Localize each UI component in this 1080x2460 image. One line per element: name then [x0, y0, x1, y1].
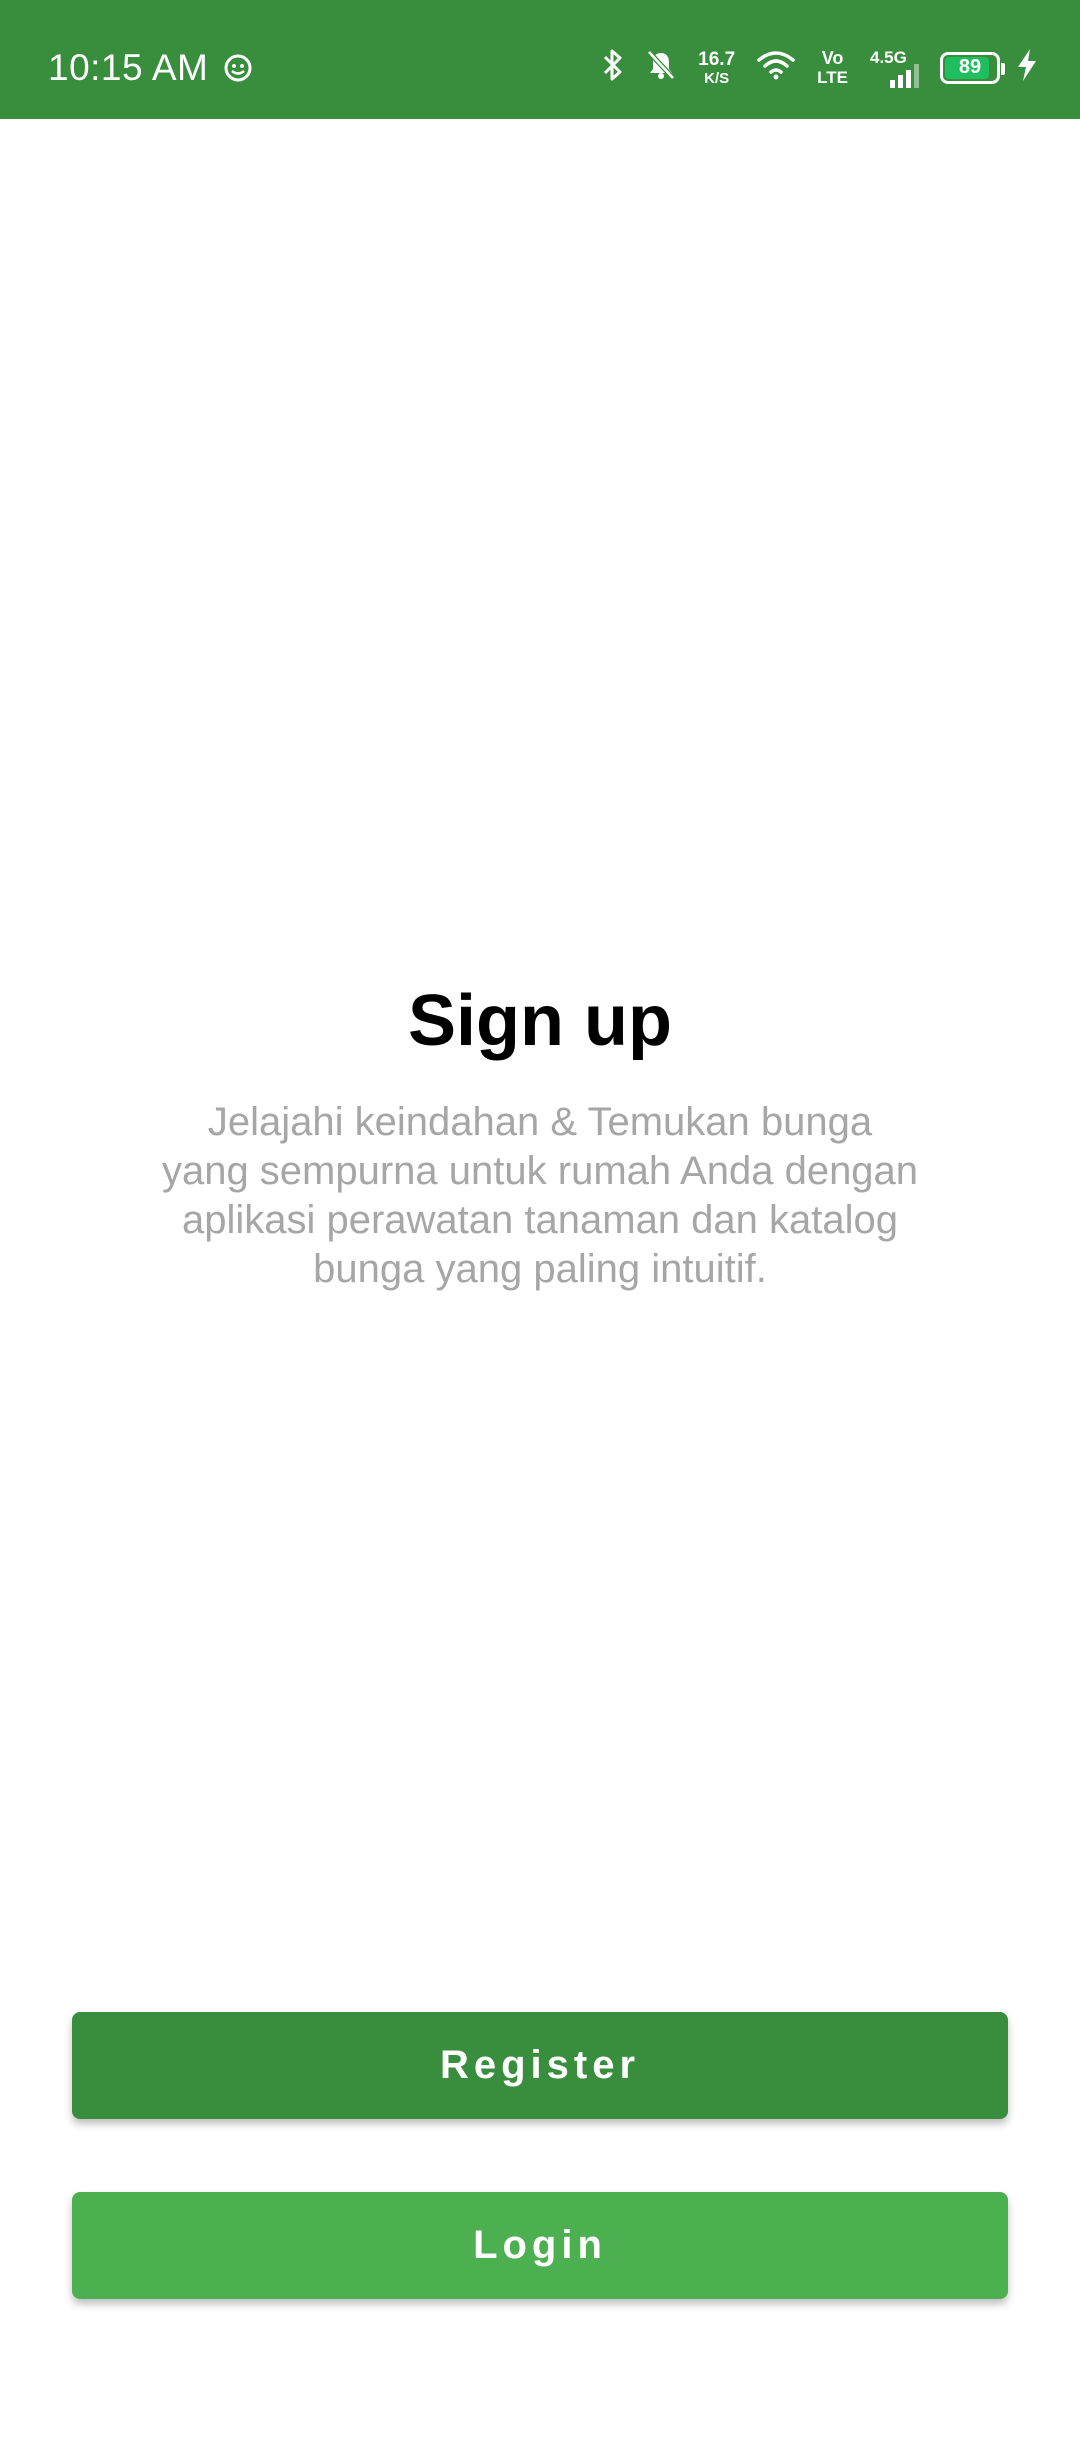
signal-icon: 4.5G	[870, 48, 920, 88]
page-description: Jelajahi keindahan & Temukan bunga yang …	[140, 1098, 940, 1294]
battery-icon: 89	[940, 51, 1005, 84]
login-button[interactable]: Login	[72, 2192, 1008, 2299]
volte-top: Vo	[821, 48, 844, 68]
description-line: Jelajahi keindahan & Temukan bunga	[207, 1100, 873, 1144]
volte-indicator: Vo LTE	[817, 49, 848, 86]
description-line: yang sempurna untuk rumah Anda dengan	[161, 1149, 919, 1193]
status-bar: 10:15 AM 16.7 K/S Vo LTE 4.5G 89	[0, 0, 1080, 119]
bell-muted-icon	[646, 49, 676, 86]
status-right: 16.7 K/S Vo LTE 4.5G 89	[580, 0, 1038, 135]
net-speed-unit: K/S	[704, 69, 730, 87]
volte-bottom: LTE	[817, 68, 848, 87]
description-line: aplikasi perawatan tanaman dan katalog	[181, 1198, 899, 1242]
net-speed-value: 16.7	[698, 48, 736, 70]
net-speed: 16.7 K/S	[698, 50, 735, 86]
signup-screen: 10:15 AM 16.7 K/S Vo LTE 4.5G 89 Sign up…	[0, 0, 1080, 2460]
battery-level: 89	[958, 56, 982, 78]
notification-app-icon	[224, 54, 252, 82]
wifi-icon	[757, 50, 795, 85]
bluetooth-icon	[602, 48, 624, 87]
status-left: 10:15 AM	[48, 0, 252, 135]
page-title: Sign up	[408, 981, 672, 1061]
status-time: 10:15 AM	[48, 46, 209, 88]
register-button[interactable]: Register	[72, 2012, 1008, 2119]
description-line: bunga yang paling intuitif.	[313, 1247, 767, 1291]
charging-bolt-icon	[1016, 48, 1038, 87]
